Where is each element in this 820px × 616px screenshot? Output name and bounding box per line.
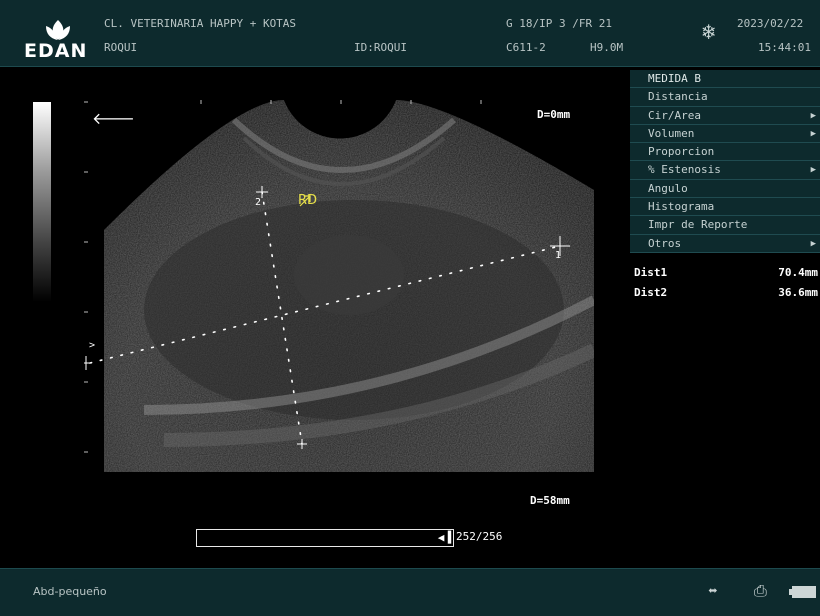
grayscale-bar — [33, 102, 51, 302]
menu-item-estenosis[interactable]: % Estenosis ▶ — [630, 161, 820, 180]
menu-item-label: Angulo — [648, 181, 688, 195]
ultrasound-scan[interactable] — [84, 80, 596, 512]
header-bar: EDAN CL. VETERINARIA HAPPY + KOTAS ROQUI… — [0, 0, 820, 67]
submenu-arrow-icon: ▶ — [810, 110, 816, 121]
menu-item-label: Histograma — [648, 200, 715, 214]
menu-item-otros[interactable]: Otros ▶ — [630, 235, 820, 253]
patient-id: ID:ROQUI — [354, 41, 407, 54]
menu-item-label: Impr de Reporte — [648, 218, 748, 232]
result-label: Dist1 — [634, 266, 668, 279]
exam-time: 15:44:01 — [758, 41, 811, 54]
cine-playhead-icon[interactable]: ◀▐ — [438, 531, 451, 544]
menu-item-distancia[interactable]: Distancia — [630, 88, 820, 107]
submenu-arrow-icon: ▶ — [810, 238, 816, 249]
result-value: 70.4mm — [778, 266, 818, 279]
menu-item-label: Volumen — [648, 126, 695, 140]
battery-icon — [789, 586, 816, 598]
probe-model: C611-2 — [506, 41, 546, 54]
menu-item-label: Proporcion — [648, 145, 715, 159]
brand-name: EDAN — [24, 40, 88, 62]
submenu-arrow-icon: ▶ — [810, 165, 816, 176]
menu-item-cir-area[interactable]: Cir/Area ▶ — [630, 107, 820, 125]
probe-frequency: H9.0M — [590, 41, 624, 54]
cine-frame-count: 252/256 — [456, 530, 503, 543]
annotation-rd[interactable]: RD — [298, 193, 317, 208]
marker-1: 1 — [555, 250, 562, 261]
usb-icon: ⬌ — [708, 581, 718, 600]
marker-2: 2 — [255, 197, 262, 208]
result-row: Dist2 36.6mm — [634, 286, 818, 306]
gain-params: G 18/IP 3 /FR 21 — [506, 17, 612, 30]
menu-item-proporcion[interactable]: Proporcion — [630, 143, 820, 162]
menu-title: MEDIDA B — [630, 70, 820, 89]
menu-item-label: Cir/Area — [648, 108, 701, 122]
menu-item-angulo[interactable]: Angulo — [630, 180, 820, 199]
snowflake-icon[interactable]: ❄ — [702, 20, 715, 45]
patient-name: ROQUI — [104, 41, 138, 54]
cine-loop-bar[interactable]: ◀▐ — [196, 529, 454, 547]
menu-item-label: Distancia — [648, 90, 708, 104]
depth-bottom-label: D=58mm — [530, 494, 570, 507]
result-label: Dist2 — [634, 286, 668, 299]
menu-item-impr-de-reporte[interactable]: Impr de Reporte — [630, 216, 820, 235]
depth-top-label: D=0mm — [537, 108, 571, 121]
focus-marker: > — [89, 340, 96, 351]
measurement-menu: MEDIDA B Distancia Cir/Area ▶ Volumen ▶ Propo… — [630, 70, 820, 253]
result-value: 36.6mm — [778, 286, 818, 299]
menu-item-label: % Estenosis — [648, 163, 721, 177]
menu-item-histograma[interactable]: Histograma — [630, 198, 820, 217]
exam-preset[interactable]: Abd-pequeño — [33, 585, 107, 598]
cine-progress — [197, 530, 449, 546]
exam-date: 2023/02/22 — [737, 17, 804, 30]
menu-item-volumen[interactable]: Volumen ▶ — [630, 125, 820, 144]
result-row: Dist1 70.4mm — [634, 266, 818, 286]
clinic-name: CL. VETERINARIA HAPPY + KOTAS — [104, 17, 297, 30]
footer-bar: Abd-pequeño ⬌ ⎙ — [0, 568, 820, 616]
menu-item-label: Otros — [648, 236, 682, 250]
orientation-arrow-icon: 🡐 — [92, 109, 135, 128]
measurement-results: Dist1 70.4mm Dist2 36.6mm — [634, 266, 818, 306]
submenu-arrow-icon: ▶ — [810, 128, 816, 139]
printer-icon: ⎙ — [754, 581, 767, 600]
